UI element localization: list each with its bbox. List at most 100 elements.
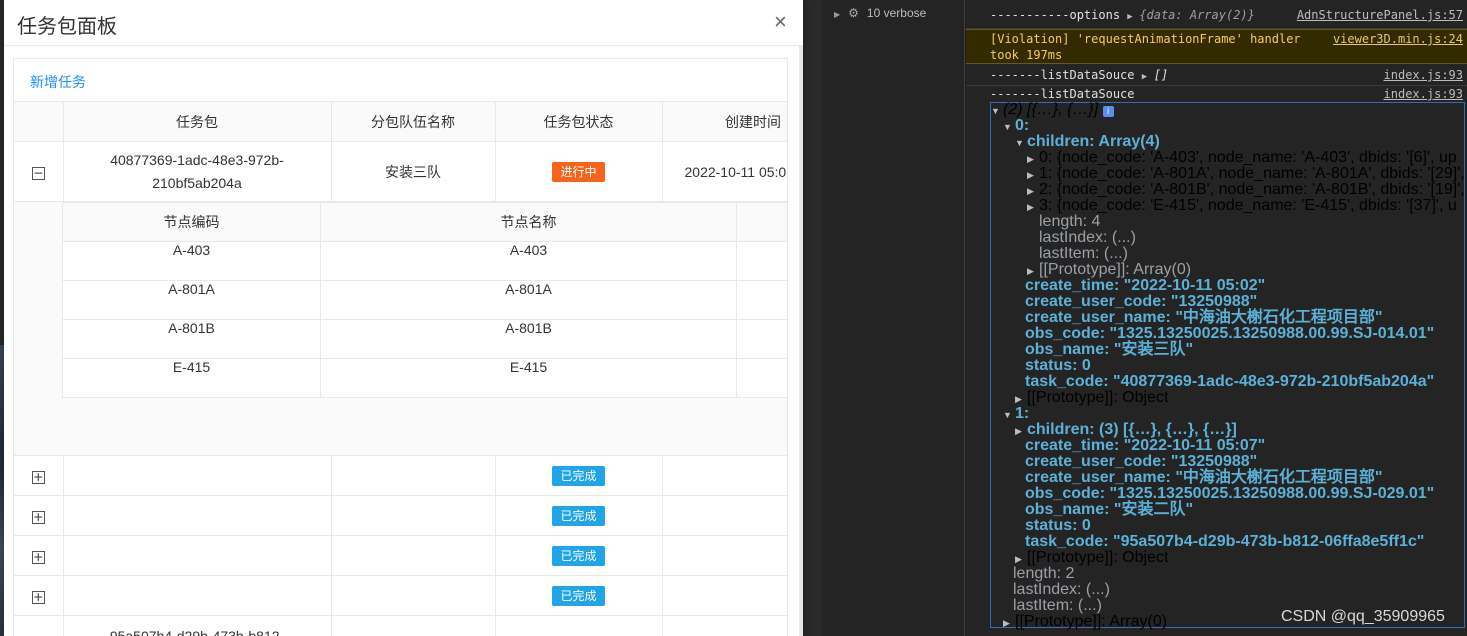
tree-property: obs_name: "安装三队"	[1025, 341, 1194, 358]
tree-property: create_user_name: "中海油大榭石化工程项目部"	[1025, 309, 1383, 326]
bug-icon: ⚙	[848, 6, 859, 20]
tree-property: obs_code: "1325.13250025.13250988.00.99.…	[1025, 325, 1435, 342]
status-badge: 已完成	[552, 465, 605, 486]
team-name-cell	[331, 535, 496, 576]
source-link[interactable]: AdnStructurePanel.js:57	[1297, 7, 1463, 23]
node-code-cell: A-801A	[62, 280, 321, 320]
node-code-cell: A-403	[62, 241, 321, 281]
warning-text: took 197ms	[990, 48, 1063, 62]
sub-column-header: 节点名称	[320, 202, 737, 242]
add-task-button[interactable]: 新增任务	[30, 72, 86, 92]
node-name-cell: E-415	[320, 358, 737, 398]
table-row: 95a507b4-d29b-473b-b812-	[14, 615, 787, 636]
expand-column-header	[14, 101, 64, 142]
watermark: CSDN @qq_35909965	[1281, 608, 1445, 625]
created-time-cell	[662, 575, 787, 616]
tree-property: create_user_code: "13250988"	[1025, 293, 1258, 310]
console-object[interactable]: {data: Array(2)}	[1139, 8, 1255, 22]
tree-node[interactable]: ▶ [[Prototype]]: Array(0)	[1003, 614, 1167, 631]
column-header: 创建时间	[662, 101, 787, 142]
task-code-cell	[63, 575, 332, 616]
tree-property: create_time: "2022-10-11 05:07"	[1025, 437, 1266, 454]
tree-node[interactable]: ▼ (2) [{…}, {…}] i	[991, 102, 1114, 119]
table-row: + 已完成	[14, 535, 787, 576]
console-text: -------listDataSouce	[990, 87, 1135, 101]
tree-property[interactable]: lastIndex: (...)	[1013, 582, 1110, 598]
console-text: -------listDataSouce	[990, 68, 1142, 82]
info-icon: i	[1102, 106, 1114, 117]
task-code-cell: 95a507b4-d29b-473b-b812-	[63, 615, 332, 636]
modal-scrollbar[interactable]	[799, 46, 803, 636]
team-name-cell	[331, 495, 496, 536]
tree-property: status: 0	[1025, 357, 1091, 374]
node-name-cell: A-801B	[320, 319, 737, 359]
tree-property: obs_name: "安装二队"	[1025, 501, 1194, 518]
tree-property: create_user_name: "中海油大榭石化工程项目部"	[1025, 469, 1383, 486]
close-icon[interactable]: ×	[774, 11, 787, 33]
tree-property[interactable]: lastItem: (...)	[1039, 246, 1128, 262]
node-row: A-801B A-801B	[62, 319, 787, 359]
expanded-row: 节点编码 节点名称 A-403 A-403 A-801A A-801A A-80…	[14, 201, 787, 456]
task-code-cell	[63, 535, 332, 576]
task-code-cell	[63, 455, 332, 496]
tree-node[interactable]: ▼ 0:	[1003, 118, 1029, 135]
task-package-modal: 任务包面板 × 新增任务 任务包 分包队伍名称 任务包状态 创建时间 − 408…	[4, 0, 803, 636]
created-time-cell: 2022-10-11 05:02	[662, 141, 787, 202]
created-time-cell	[662, 455, 787, 496]
task-code-cell	[63, 495, 332, 536]
expand-row-button[interactable]: +	[31, 470, 45, 484]
node-code-cell: E-415	[62, 358, 321, 398]
expand-triangle-icon[interactable]: ▶	[1142, 69, 1154, 85]
source-link[interactable]: index.js:93	[1384, 67, 1463, 83]
tree-node[interactable]: ▶ [[Prototype]]: Object	[1015, 390, 1168, 407]
tree-property: obs_code: "1325.13250025.13250988.00.99.…	[1025, 485, 1435, 502]
created-time-cell	[662, 615, 787, 636]
task-table: 任务包 分包队伍名称 任务包状态 创建时间 − 40877369-1adc-48…	[14, 101, 787, 636]
node-code-cell: A-801B	[62, 319, 321, 359]
console-text: -----------options	[990, 8, 1128, 22]
tree-property: create_time: "2022-10-11 05:02"	[1025, 277, 1266, 294]
tree-property: length: 4	[1039, 213, 1101, 230]
task-card: 新增任务 任务包 分包队伍名称 任务包状态 创建时间 − 40877369-1a…	[13, 58, 788, 636]
expand-row-button[interactable]: +	[31, 590, 45, 604]
team-name-cell	[331, 615, 496, 636]
collapse-row-button[interactable]: −	[31, 166, 45, 180]
sub-column-header-extra	[736, 202, 787, 242]
console-object[interactable]: []	[1154, 68, 1168, 82]
expand-row-button[interactable]: +	[31, 510, 45, 524]
team-name-cell: 安装三队	[331, 141, 496, 202]
tree-property: task_code: "95a507b4-d29b-473b-b812-06ff…	[1025, 533, 1425, 550]
expand-triangle-icon[interactable]: ▶	[1127, 9, 1139, 25]
expand-triangle-icon: ▶	[834, 10, 841, 19]
tree-property[interactable]: lastItem: (...)	[1013, 598, 1102, 614]
tree-property: length: 2	[1013, 565, 1075, 582]
column-header: 任务包状态	[495, 101, 663, 142]
task-table-wrapper: 任务包 分包队伍名称 任务包状态 创建时间 − 40877369-1adc-48…	[14, 101, 787, 636]
console-message: -------listDataSouce index.js:93	[966, 86, 1467, 102]
tree-property: task_code: "40877369-1adc-48e3-972b-210b…	[1025, 373, 1435, 390]
node-row: A-403 A-403	[62, 241, 787, 281]
sub-column-header: 节点编码	[62, 202, 321, 242]
source-link[interactable]: viewer3D.min.js:24	[1333, 31, 1463, 47]
expand-row-button[interactable]: +	[31, 550, 45, 564]
tree-property[interactable]: lastIndex: (...)	[1039, 230, 1136, 246]
tree-node[interactable]: ▼ 1:	[1003, 406, 1029, 423]
status-badge: 已完成	[552, 505, 605, 526]
sidebar-item-verbose[interactable]: ▶ ⚙ 10 verbose	[834, 6, 926, 20]
console-message: -------listDataSouce ▶[] index.js:93	[966, 64, 1467, 86]
node-name-cell: A-403	[320, 241, 737, 281]
modal-title: 任务包面板	[17, 16, 117, 38]
node-row: A-801A A-801A	[62, 280, 787, 320]
modal-header: 任务包面板 ×	[4, 0, 803, 46]
console-warning: [Violation] 'requestAnimationFrame' hand…	[966, 29, 1467, 64]
table-row: + 已完成	[14, 575, 787, 616]
task-code-cell: 40877369-1adc-48e3-972b-210bf5ab204a	[63, 141, 332, 202]
status-cell	[495, 615, 663, 636]
status-badge: 已完成	[552, 585, 605, 606]
column-header: 任务包	[63, 101, 332, 142]
node-row: E-415 E-415	[62, 358, 787, 398]
table-row: + 已完成	[14, 495, 787, 536]
table-row: − 40877369-1adc-48e3-972b-210bf5ab204a 安…	[14, 141, 787, 202]
source-link[interactable]: index.js:93	[1384, 86, 1463, 102]
tree-property: status: 0	[1025, 517, 1091, 534]
